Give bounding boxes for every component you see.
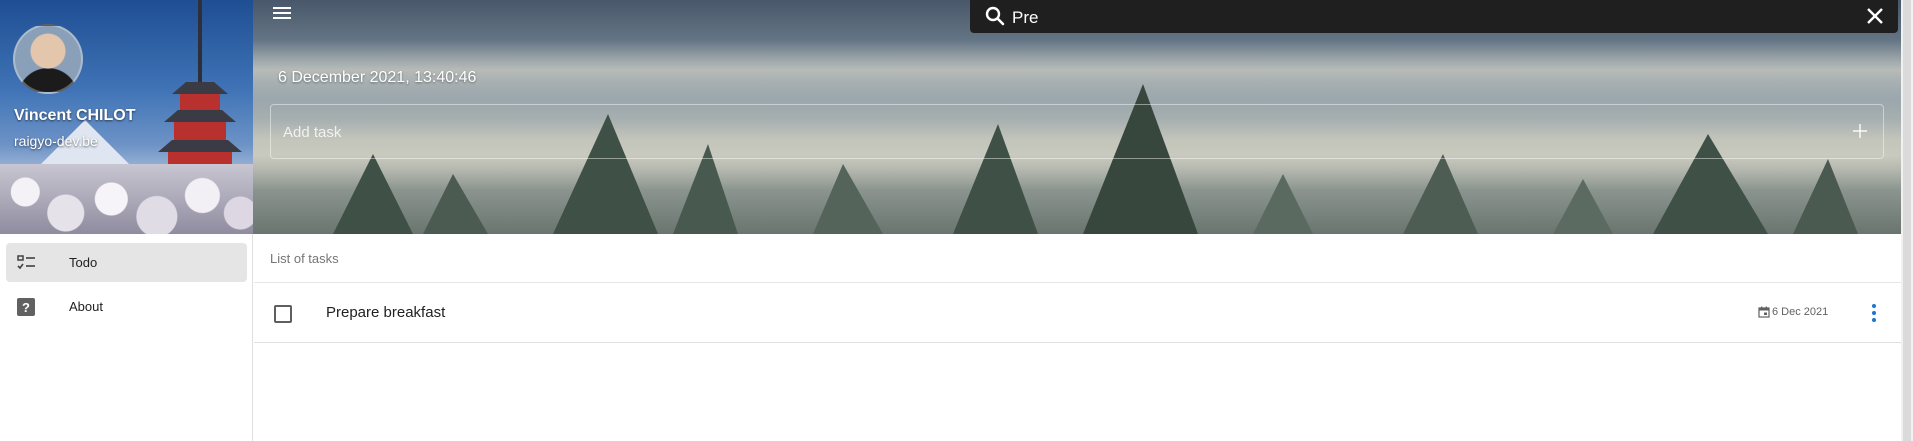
cherry-blossom-background bbox=[0, 164, 253, 234]
avatar bbox=[13, 24, 83, 94]
task-date: 6 Dec 2021 bbox=[1758, 306, 1828, 318]
task-row[interactable]: Prepare breakfast 6 Dec 2021 bbox=[254, 284, 1901, 343]
current-datetime: 6 December 2021, 13:40:46 bbox=[278, 69, 477, 86]
more-options-button[interactable] bbox=[1864, 302, 1884, 324]
svg-text:?: ? bbox=[22, 300, 30, 315]
add-task-field bbox=[270, 104, 1884, 160]
checklist-icon bbox=[16, 253, 36, 273]
profile-header: Vincent CHILOT raigyo-dev.be bbox=[0, 0, 253, 234]
sidebar-item-todo[interactable]: Todo bbox=[6, 243, 247, 282]
more-vert-icon bbox=[1872, 304, 1876, 322]
help-icon: ? bbox=[16, 297, 36, 317]
sidebar-nav: Todo ? About bbox=[0, 243, 253, 331]
list-title: List of tasks bbox=[270, 251, 339, 266]
search-input[interactable] bbox=[1010, 0, 1834, 35]
list-header: List of tasks bbox=[254, 235, 1901, 283]
add-task-button[interactable] bbox=[1849, 120, 1871, 142]
fog-layer bbox=[253, 40, 1901, 100]
user-name: Vincent CHILOT bbox=[14, 107, 136, 124]
plus-icon bbox=[1853, 124, 1867, 138]
search-icon bbox=[984, 5, 1006, 27]
calendar-icon bbox=[1758, 306, 1770, 318]
search-bar bbox=[970, 0, 1898, 35]
task-checkbox[interactable] bbox=[274, 305, 292, 323]
sidebar-item-label: About bbox=[69, 299, 103, 314]
scrollbar[interactable] bbox=[1901, 0, 1913, 441]
sidebar-item-label: Todo bbox=[69, 255, 98, 270]
close-icon[interactable] bbox=[1864, 5, 1886, 27]
scrollbar-thumb[interactable] bbox=[1903, 0, 1911, 441]
sidebar-item-about[interactable]: ? About bbox=[6, 287, 247, 326]
task-title: Prepare breakfast bbox=[326, 304, 446, 321]
user-site: raigyo-dev.be bbox=[14, 133, 98, 149]
sidebar: Vincent CHILOT raigyo-dev.be Todo ? Abou… bbox=[0, 0, 253, 441]
menu-icon bbox=[273, 7, 291, 9]
task-date-label: 6 Dec 2021 bbox=[1772, 306, 1829, 318]
add-task-input[interactable] bbox=[281, 105, 1785, 160]
menu-button[interactable] bbox=[270, 4, 294, 24]
